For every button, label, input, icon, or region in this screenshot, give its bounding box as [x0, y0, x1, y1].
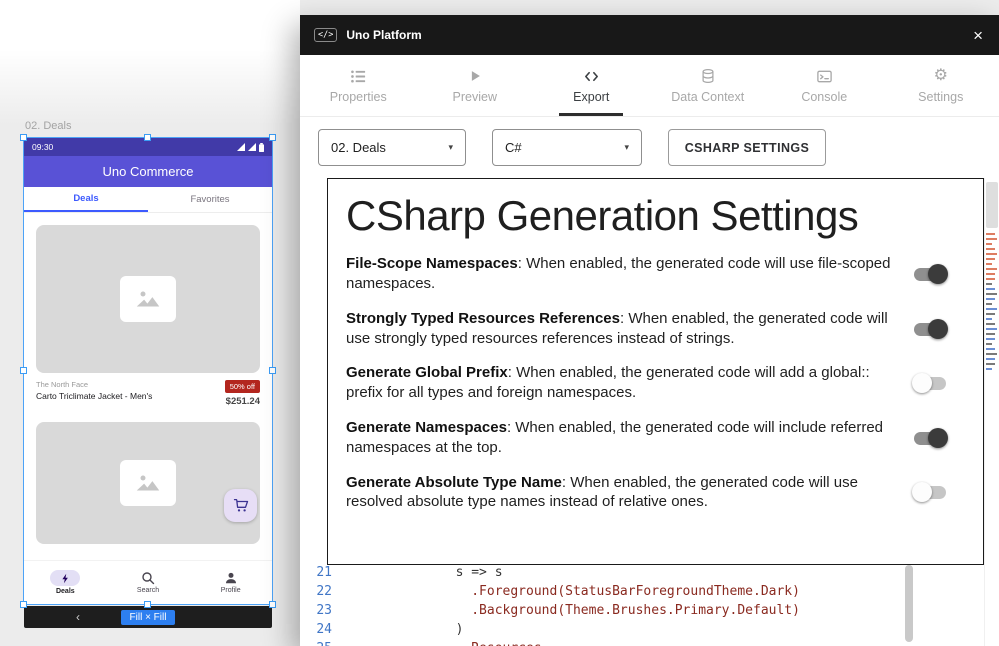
product-price: $251.24: [226, 396, 260, 407]
gear-icon: ⚙: [934, 67, 948, 85]
product-card[interactable]: [36, 422, 260, 544]
app-bar: Uno Commerce: [24, 156, 272, 187]
close-icon[interactable]: ×: [971, 27, 985, 44]
deals-list: The North Face Carto Triclimate Jacket -…: [24, 213, 272, 560]
code-brackets-icon: [583, 67, 600, 85]
toggle-file-scope-namespaces[interactable]: [912, 264, 948, 284]
tab-favorites[interactable]: Favorites: [148, 187, 272, 212]
setting-name: Generate Absolute Type Name: [346, 474, 562, 491]
export-controls-row: 02. Deals ▾ C# ▾ CSHARP SETTINGS: [300, 117, 999, 178]
product-price-block: 50% off $251.24: [225, 380, 260, 416]
uno-platform-window: </> Uno Platform × Properties Preview Ex…: [300, 15, 999, 646]
tab-deals[interactable]: Deals: [24, 187, 148, 212]
window-tab-bar: Properties Preview Export Data Context C…: [300, 55, 999, 117]
selection-handle[interactable]: [20, 601, 27, 608]
selection-handle[interactable]: [269, 367, 276, 374]
product-card[interactable]: [36, 225, 260, 373]
nav-item-search[interactable]: Search: [107, 561, 190, 604]
language-select[interactable]: C# ▾: [492, 129, 642, 166]
selection-handle[interactable]: [20, 134, 27, 141]
selection-handle[interactable]: [269, 601, 276, 608]
toggle-generate-global-prefix[interactable]: [912, 373, 948, 393]
product-name: Carto Triclimate Jacket - Men's: [36, 391, 152, 401]
properties-icon: [350, 67, 367, 85]
product-brand: The North Face: [36, 380, 152, 389]
csharp-settings-modal: CSharp Generation Settings File-Scope Na…: [327, 178, 984, 565]
setting-name: Strongly Typed Resources References: [346, 310, 620, 327]
frame-toolbar: ‹ Fill × Fill: [24, 606, 272, 628]
signal-icon: [248, 143, 256, 151]
image-placeholder-icon: [120, 276, 176, 322]
fill-size-badge[interactable]: Fill × Fill: [121, 610, 176, 625]
tab-data-context[interactable]: Data Context: [650, 55, 767, 116]
setting-name: Generate Global Prefix: [346, 364, 508, 381]
window-titlebar: </> Uno Platform ×: [300, 15, 999, 55]
setting-row: Generate Absolute Type Name: When enable…: [346, 473, 963, 513]
play-icon: [467, 67, 483, 85]
app-tab-bar: Deals Favorites: [24, 187, 272, 213]
setting-name: Generate Namespaces: [346, 419, 507, 436]
setting-row: Generate Namespaces: When enabled, the g…: [346, 418, 963, 458]
page-select[interactable]: 02. Deals ▾: [318, 129, 466, 166]
setting-row: Generate Global Prefix: When enabled, th…: [346, 363, 963, 403]
toggle-generate-namespaces[interactable]: [912, 428, 948, 448]
product-info-row[interactable]: The North Face Carto Triclimate Jacket -…: [36, 380, 260, 416]
canvas-fade: [0, 0, 300, 125]
battery-icon: [259, 143, 264, 152]
chevron-down-icon: ▾: [624, 142, 629, 153]
minimap[interactable]: [984, 178, 999, 646]
setting-name: File-Scope Namespaces: [346, 255, 518, 272]
csharp-settings-button[interactable]: CSHARP SETTINGS: [668, 129, 826, 166]
chevron-down-icon: ▾: [448, 142, 453, 153]
setting-row: File-Scope Namespaces: When enabled, the…: [346, 254, 963, 294]
tab-properties[interactable]: Properties: [300, 55, 417, 116]
bottom-navigation: Deals Search Profile: [24, 560, 272, 604]
editor-scrollbar[interactable]: [905, 565, 913, 642]
setting-row: Strongly Typed Resources References: Whe…: [346, 309, 963, 349]
discount-badge: 50% off: [225, 380, 260, 393]
selection-handle[interactable]: [144, 601, 151, 608]
window-title: Uno Platform: [346, 28, 971, 42]
tab-export[interactable]: Export: [533, 55, 650, 116]
database-icon: [700, 67, 716, 85]
app-title: Uno Commerce: [102, 164, 193, 179]
wifi-icon: [237, 143, 245, 151]
modal-title: CSharp Generation Settings: [346, 193, 963, 239]
image-placeholder-icon: [120, 460, 176, 506]
search-icon: [141, 571, 155, 585]
toggle-strongly-typed-resources[interactable]: [912, 319, 948, 339]
status-time: 09:30: [32, 142, 53, 152]
phone-artboard[interactable]: 09:30 Uno Commerce Deals Favorites: [24, 138, 272, 604]
export-content: 21 s => s 22 .Foreground(StatusBarForegr…: [300, 178, 999, 646]
tab-console[interactable]: Console: [766, 55, 883, 116]
cart-fab[interactable]: [224, 489, 257, 522]
cart-icon: [233, 498, 249, 513]
tab-settings[interactable]: ⚙ Settings: [883, 55, 999, 116]
profile-icon: [224, 571, 238, 585]
terminal-icon: [816, 67, 833, 85]
collapse-chevron-icon[interactable]: ‹: [76, 611, 80, 623]
selection-handle[interactable]: [20, 367, 27, 374]
code-logo-icon: </>: [314, 28, 337, 42]
status-icons: [237, 143, 264, 152]
toggle-generate-absolute-type-name[interactable]: [912, 482, 948, 502]
nav-item-profile[interactable]: Profile: [189, 561, 272, 604]
artboard-label[interactable]: 02. Deals: [25, 120, 71, 132]
nav-item-deals[interactable]: Deals: [24, 561, 107, 604]
nav-active-pill: [50, 570, 80, 586]
code-lines: 21 s => s 22 .Foreground(StatusBarForegr…: [300, 563, 899, 646]
selection-handle[interactable]: [144, 134, 151, 141]
selection-handle[interactable]: [269, 134, 276, 141]
lightning-icon: [60, 573, 71, 584]
phone-screen: 09:30 Uno Commerce Deals Favorites: [24, 138, 272, 604]
product-text: The North Face Carto Triclimate Jacket -…: [36, 380, 152, 416]
tab-preview[interactable]: Preview: [417, 55, 534, 116]
minimap-slider[interactable]: [986, 182, 998, 228]
